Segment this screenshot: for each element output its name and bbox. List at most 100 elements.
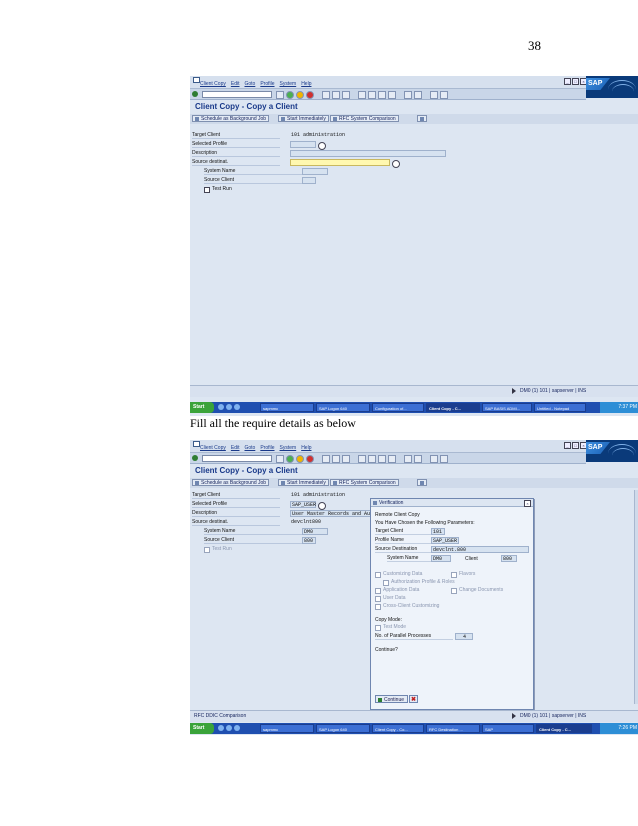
task-sap-logon[interactable]: SAP Logon 640: [316, 724, 370, 733]
selected-profile-input[interactable]: [290, 141, 316, 148]
layout-menu-icon[interactable]: [440, 455, 448, 463]
task-sapmmc[interactable]: sapmmc: [260, 403, 314, 412]
task-sap-basis[interactable]: SAP BASIS ADMI...: [482, 403, 532, 412]
source-destination-input[interactable]: [290, 159, 390, 166]
first-page-icon[interactable]: [358, 455, 366, 463]
window-menu-icon[interactable]: [193, 77, 200, 83]
menu-goto[interactable]: Goto: [244, 81, 255, 87]
menu-profile[interactable]: Profile: [260, 445, 274, 451]
new-session-icon[interactable]: [404, 455, 412, 463]
vertical-scrollbar[interactable]: [634, 490, 638, 704]
prev-page-icon[interactable]: [368, 455, 376, 463]
schedule-background-button[interactable]: Schedule as Background Job: [192, 115, 270, 122]
shortcut-icon[interactable]: [414, 455, 422, 463]
menu-edit[interactable]: Edit: [231, 81, 240, 87]
help-icon[interactable]: [430, 91, 438, 99]
help-icon[interactable]: [430, 455, 438, 463]
menu-client-copy[interactable]: Client Copy: [200, 445, 226, 451]
minimize-icon[interactable]: _: [564, 442, 571, 449]
quicklaunch-media-icon[interactable]: [234, 404, 240, 410]
next-page-icon[interactable]: [378, 91, 386, 99]
menu-help[interactable]: Help: [301, 81, 311, 87]
next-page-icon[interactable]: [378, 455, 386, 463]
task-sap[interactable]: SAP: [482, 724, 534, 733]
schedule-background-button[interactable]: Schedule as Background Job: [192, 479, 270, 486]
shortcut-icon[interactable]: [414, 91, 422, 99]
menu-bar: Client Copy Edit Goto Profile System Hel…: [190, 440, 638, 453]
enter-check-icon[interactable]: [192, 91, 198, 97]
back-icon[interactable]: [286, 91, 294, 99]
rfc-system-comparison-button[interactable]: RFC System Comparison: [330, 479, 399, 486]
start-button[interactable]: Start: [190, 402, 214, 413]
more-icon[interactable]: [417, 479, 427, 486]
print-icon[interactable]: [322, 91, 330, 99]
task-rfc-destination[interactable]: RFC Destination ...: [426, 724, 480, 733]
command-field[interactable]: [202, 455, 272, 462]
task-notepad[interactable]: Untitled - Notepad: [534, 403, 586, 412]
new-session-icon[interactable]: [404, 91, 412, 99]
test-run-checkbox[interactable]: Test Run: [204, 186, 232, 193]
quicklaunch-desktop-icon[interactable]: [226, 725, 232, 731]
status-expand-icon[interactable]: [512, 713, 516, 719]
test-mode-checkbox: Test Mode: [375, 624, 406, 631]
quicklaunch-ie-icon[interactable]: [218, 404, 224, 410]
find-icon[interactable]: [332, 91, 340, 99]
window-menu-icon[interactable]: [193, 441, 200, 447]
menu-client-copy[interactable]: Client Copy: [200, 81, 226, 87]
start-button[interactable]: Start: [190, 723, 214, 734]
continue-button[interactable]: Continue: [375, 695, 409, 703]
status-expand-icon[interactable]: [512, 388, 516, 394]
exit-icon[interactable]: [296, 91, 304, 99]
command-field[interactable]: [202, 91, 272, 98]
minimize-icon[interactable]: _: [564, 78, 571, 85]
task-client-copy[interactable]: Client Copy - C...: [536, 724, 592, 733]
save-icon[interactable]: [276, 455, 284, 463]
task-configuration[interactable]: Configuration of...: [372, 403, 424, 412]
layout-menu-icon[interactable]: [440, 91, 448, 99]
maximize-icon[interactable]: □: [572, 442, 579, 449]
task-sapmmc[interactable]: sapmmc: [260, 724, 314, 733]
cancel-icon[interactable]: [306, 455, 314, 463]
find-icon[interactable]: [332, 455, 340, 463]
find-next-icon[interactable]: [342, 455, 350, 463]
first-page-icon[interactable]: [358, 91, 366, 99]
more-icon[interactable]: [417, 115, 427, 122]
dlg-client-label: Client: [465, 556, 478, 562]
menu-goto[interactable]: Goto: [244, 445, 255, 451]
dialog-close-icon[interactable]: ×: [524, 500, 531, 507]
print-icon[interactable]: [322, 455, 330, 463]
value-help-icon[interactable]: [318, 502, 326, 510]
quicklaunch-desktop-icon[interactable]: [226, 404, 232, 410]
exit-icon[interactable]: [296, 455, 304, 463]
menu-edit[interactable]: Edit: [231, 445, 240, 451]
last-page-icon[interactable]: [388, 91, 396, 99]
menu-system[interactable]: System: [280, 445, 297, 451]
start-immediately-button[interactable]: Start Immediately: [278, 479, 329, 486]
dlg-source-destination-label: Source Destination: [375, 546, 431, 553]
menu-system[interactable]: System: [280, 81, 297, 87]
cancel-icon[interactable]: [306, 91, 314, 99]
prev-page-icon[interactable]: [368, 91, 376, 99]
customizing-data-checkbox: Customizing Data: [375, 571, 422, 578]
task-client-copy-co[interactable]: Client Copy - Co...: [372, 724, 424, 733]
quicklaunch-ie-icon[interactable]: [218, 725, 224, 731]
start-immediately-button[interactable]: Start Immediately: [278, 115, 329, 122]
back-icon[interactable]: [286, 455, 294, 463]
save-icon[interactable]: [276, 91, 284, 99]
task-sap-logon[interactable]: SAP Logon 640: [316, 403, 370, 412]
task-client-copy[interactable]: Client Copy - C...: [426, 403, 480, 412]
test-run-checkbox[interactable]: Test Run: [204, 546, 232, 553]
menu-help[interactable]: Help: [301, 445, 311, 451]
cancel-x-icon[interactable]: ✖: [409, 695, 418, 703]
menu-profile[interactable]: Profile: [260, 81, 274, 87]
maximize-icon[interactable]: □: [572, 78, 579, 85]
rfc-system-comparison-button[interactable]: RFC System Comparison: [330, 115, 399, 122]
enter-check-icon[interactable]: [192, 455, 198, 461]
last-page-icon[interactable]: [388, 455, 396, 463]
selected-profile-input[interactable]: SAP_USER: [290, 501, 316, 508]
find-next-icon[interactable]: [342, 91, 350, 99]
value-help-icon[interactable]: [318, 142, 326, 150]
value-help-icon[interactable]: [392, 160, 400, 168]
quicklaunch-media-icon[interactable]: [234, 725, 240, 731]
dialog-title: Verification: [371, 499, 533, 507]
